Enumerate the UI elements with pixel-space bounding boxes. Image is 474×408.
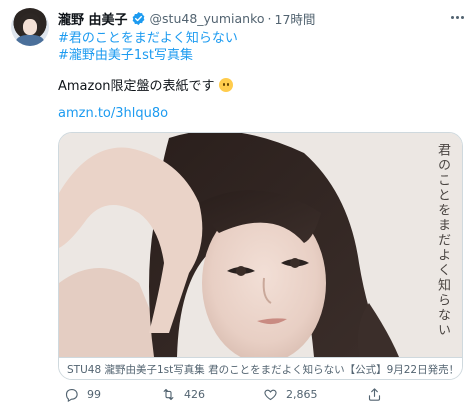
tweet-text: Amazon限定盤の表紙です	[58, 75, 233, 94]
reply-button[interactable]: 99	[64, 387, 101, 402]
tweet-link[interactable]: amzn.to/3hlqu8o	[58, 106, 168, 121]
retweet-icon	[163, 388, 174, 400]
verified-icon	[132, 11, 144, 25]
link-card[interactable]: 君のことをまだよく知らない STU48 瀧野由美子1st写真集 君のことをまだよ…	[58, 132, 463, 380]
display-name[interactable]: 瀧野 由美子	[58, 9, 128, 28]
grimacing-face-emoji-icon	[218, 77, 233, 92]
like-count: 2,865	[286, 387, 318, 401]
handle[interactable]: @stu48_yumianko	[150, 11, 265, 26]
retweet-count: 426	[184, 387, 205, 401]
tweet-actions: 99 426 2,865	[58, 385, 463, 403]
cover-photo	[59, 133, 462, 357]
retweet-button[interactable]: 426	[161, 387, 205, 402]
avatar[interactable]	[11, 8, 49, 46]
reply-count: 99	[87, 387, 101, 401]
more-options-icon[interactable]	[448, 8, 466, 26]
like-button[interactable]: 2,865	[263, 387, 318, 402]
card-caption[interactable]: STU48 瀧野由美子1st写真集 君のことをまだよく知らない【公式】9月22日…	[59, 357, 462, 379]
tweet-text-body: Amazon限定盤の表紙です	[58, 79, 215, 94]
reply-icon	[65, 388, 78, 402]
card-image[interactable]: 君のことをまだよく知らない	[59, 133, 462, 357]
heart-icon	[264, 389, 277, 400]
tweet-header: 瀧野 由美子 @stu48_yumianko · 17時間	[58, 8, 444, 28]
timestamp[interactable]: 17時間	[275, 9, 316, 28]
avatar-face	[23, 19, 37, 35]
avatar-body	[16, 35, 44, 46]
share-button[interactable]	[367, 387, 390, 402]
tweet[interactable]: 瀧野 由美子 @stu48_yumianko · 17時間 #君のことをまだよく…	[0, 0, 474, 408]
cover-title: 君のことをまだよく知らない	[435, 143, 450, 338]
separator-dot: ·	[267, 10, 272, 26]
share-icon	[368, 387, 381, 401]
hashtag-link[interactable]: #瀧野由美子1st写真集	[58, 44, 193, 63]
